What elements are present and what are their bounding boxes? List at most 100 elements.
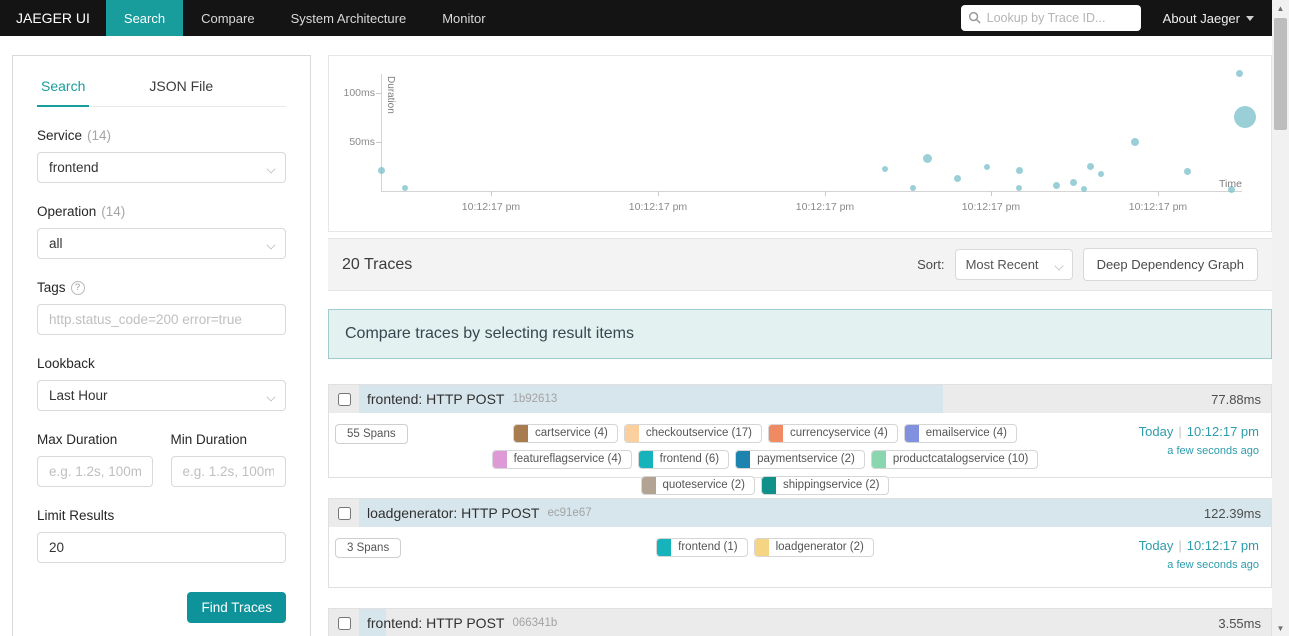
x-axis-label: Time [1219, 178, 1242, 190]
trace-duration: 3.55ms [1218, 615, 1261, 631]
service-chip-label: shippingservice (2) [782, 479, 880, 491]
service-label: Service [37, 128, 83, 143]
scatter-point[interactable] [1234, 105, 1256, 128]
scroll-up-icon[interactable]: ▲ [1272, 0, 1289, 16]
x-tick-mark [1158, 191, 1159, 196]
service-color-swatch [736, 451, 751, 468]
trace-select-checkbox[interactable] [337, 506, 351, 520]
chevron-down-icon [266, 240, 276, 250]
trace-id: 1b92613 [512, 393, 558, 405]
nav-tab-monitor[interactable]: Monitor [424, 0, 503, 36]
find-traces-button[interactable]: Find Traces [187, 592, 286, 623]
trace-result-row[interactable]: frontend: HTTP POST 066341b 3.55ms [328, 608, 1272, 636]
nav-tab-system-architecture[interactable]: System Architecture [273, 0, 425, 36]
trace-when: Today | 10:12:17 pm a few seconds ago [1139, 422, 1259, 495]
trace-result-row[interactable]: frontend: HTTP POST 1b92613 77.88ms 55 S… [328, 384, 1272, 495]
caret-down-icon [1246, 15, 1254, 21]
service-select[interactable]: frontend [37, 152, 286, 183]
trace-ago: a few seconds ago [1167, 445, 1259, 457]
tab-search[interactable]: Search [37, 78, 90, 107]
service-chip[interactable]: loadgenerator (2) [753, 538, 874, 557]
results-header: 20 Traces Sort: Most Recent Deep Depende… [328, 238, 1272, 291]
scrollbar-thumb[interactable] [1274, 18, 1287, 130]
scatter-point[interactable] [402, 185, 408, 192]
sort-select-value: Most Recent [965, 257, 1039, 272]
scatter-point[interactable] [882, 166, 888, 173]
service-chip-label: frontend (6) [659, 453, 720, 465]
scatter-point[interactable] [1131, 138, 1139, 146]
scatter-point[interactable] [1015, 166, 1023, 174]
scatter-point[interactable] [984, 163, 990, 170]
scatter-point[interactable] [910, 185, 916, 192]
scroll-down-icon[interactable]: ▼ [1272, 620, 1289, 636]
app-brand: JAEGER UI [16, 10, 90, 26]
service-color-swatch [761, 477, 776, 494]
service-chip-label: featureflagservice (4) [513, 453, 622, 465]
service-color-swatch [641, 477, 656, 494]
tags-input[interactable] [37, 304, 286, 335]
service-color-swatch [638, 451, 653, 468]
limit-results-input[interactable] [37, 532, 286, 563]
sidebar-tabs: Search JSON File [37, 56, 286, 107]
service-chip[interactable]: paymentservice (2) [735, 450, 865, 469]
trace-lookup [960, 5, 1141, 31]
nav-tab-search[interactable]: Search [105, 0, 184, 36]
scatter-point[interactable] [953, 174, 961, 182]
x-tick-label: 10:12:17 pm [795, 201, 855, 213]
service-chip[interactable]: frontend (1) [656, 538, 748, 557]
about-jaeger-menu[interactable]: About Jaeger [1163, 11, 1254, 26]
service-color-swatch [871, 451, 886, 468]
operation-select[interactable]: all [37, 228, 286, 259]
scatter-point[interactable] [1016, 185, 1022, 192]
chevron-down-icon [1054, 261, 1064, 271]
max-duration-input[interactable] [37, 456, 153, 487]
tags-group: Tags ? [37, 280, 286, 335]
trace-date: Today [1138, 538, 1174, 553]
service-count: (14) [87, 128, 112, 143]
trace-ago: a few seconds ago [1167, 559, 1259, 571]
scatter-point[interactable] [1081, 186, 1087, 193]
duration-scatter-chart: Duration 100ms 50ms 10:12:17 pm 10:12:17… [328, 55, 1272, 232]
service-chip[interactable]: featureflagservice (4) [491, 450, 632, 469]
service-chip[interactable]: frontend (6) [637, 450, 730, 469]
question-circle-icon[interactable]: ? [70, 280, 85, 295]
service-color-swatch [492, 451, 507, 468]
trace-time: 10:12:17 pm [1186, 424, 1259, 439]
service-chip[interactable]: shippingservice (2) [760, 476, 890, 495]
service-chip-label: emailservice (4) [925, 427, 1007, 439]
sort-select[interactable]: Most Recent [954, 249, 1073, 280]
tab-json-file[interactable]: JSON File [145, 78, 217, 106]
service-chip-label: currencyservice (4) [790, 427, 888, 439]
nav-tab-compare[interactable]: Compare [183, 0, 272, 36]
trace-title: frontend: HTTP POST [367, 391, 505, 407]
min-duration-input[interactable] [170, 456, 286, 487]
service-select-value: frontend [49, 160, 99, 175]
service-chip[interactable]: cartservice (4) [513, 424, 618, 443]
lookback-select[interactable]: Last Hour [37, 380, 286, 411]
trace-result-row[interactable]: loadgenerator: HTTP POST ec91e67 122.39m… [328, 498, 1272, 588]
service-chip[interactable]: quoteservice (2) [640, 476, 755, 495]
jaeger-ui-page: JAEGER UI Search Compare System Architec… [0, 0, 1289, 636]
scatter-point[interactable] [1183, 167, 1191, 175]
trace-lookup-input[interactable] [960, 5, 1141, 31]
scatter-point[interactable] [1098, 171, 1104, 178]
operation-count: (14) [101, 204, 126, 219]
lookback-group: Lookback Last Hour [37, 356, 286, 411]
scatter-point[interactable] [1069, 178, 1077, 186]
service-chip[interactable]: checkoutservice (17) [623, 424, 762, 443]
deep-dependency-graph-button[interactable]: Deep Dependency Graph [1082, 248, 1258, 281]
service-chip[interactable]: currencyservice (4) [768, 424, 898, 443]
vertical-scrollbar[interactable]: ▲ ▼ [1272, 0, 1289, 636]
trace-id: ec91e67 [547, 507, 592, 519]
chevron-down-icon [266, 392, 276, 402]
scatter-point[interactable] [922, 154, 932, 164]
scatter-point[interactable] [1086, 163, 1094, 170]
scatter-point[interactable] [1052, 181, 1060, 189]
trace-select-checkbox[interactable] [337, 392, 351, 406]
y-tick-label: 100ms [343, 87, 375, 99]
scatter-point[interactable] [377, 166, 385, 174]
service-chip[interactable]: emailservice (4) [903, 424, 1017, 443]
service-chip[interactable]: productcatalogservice (10) [870, 450, 1039, 469]
scatter-point[interactable] [1235, 69, 1243, 77]
trace-select-checkbox[interactable] [337, 616, 351, 630]
